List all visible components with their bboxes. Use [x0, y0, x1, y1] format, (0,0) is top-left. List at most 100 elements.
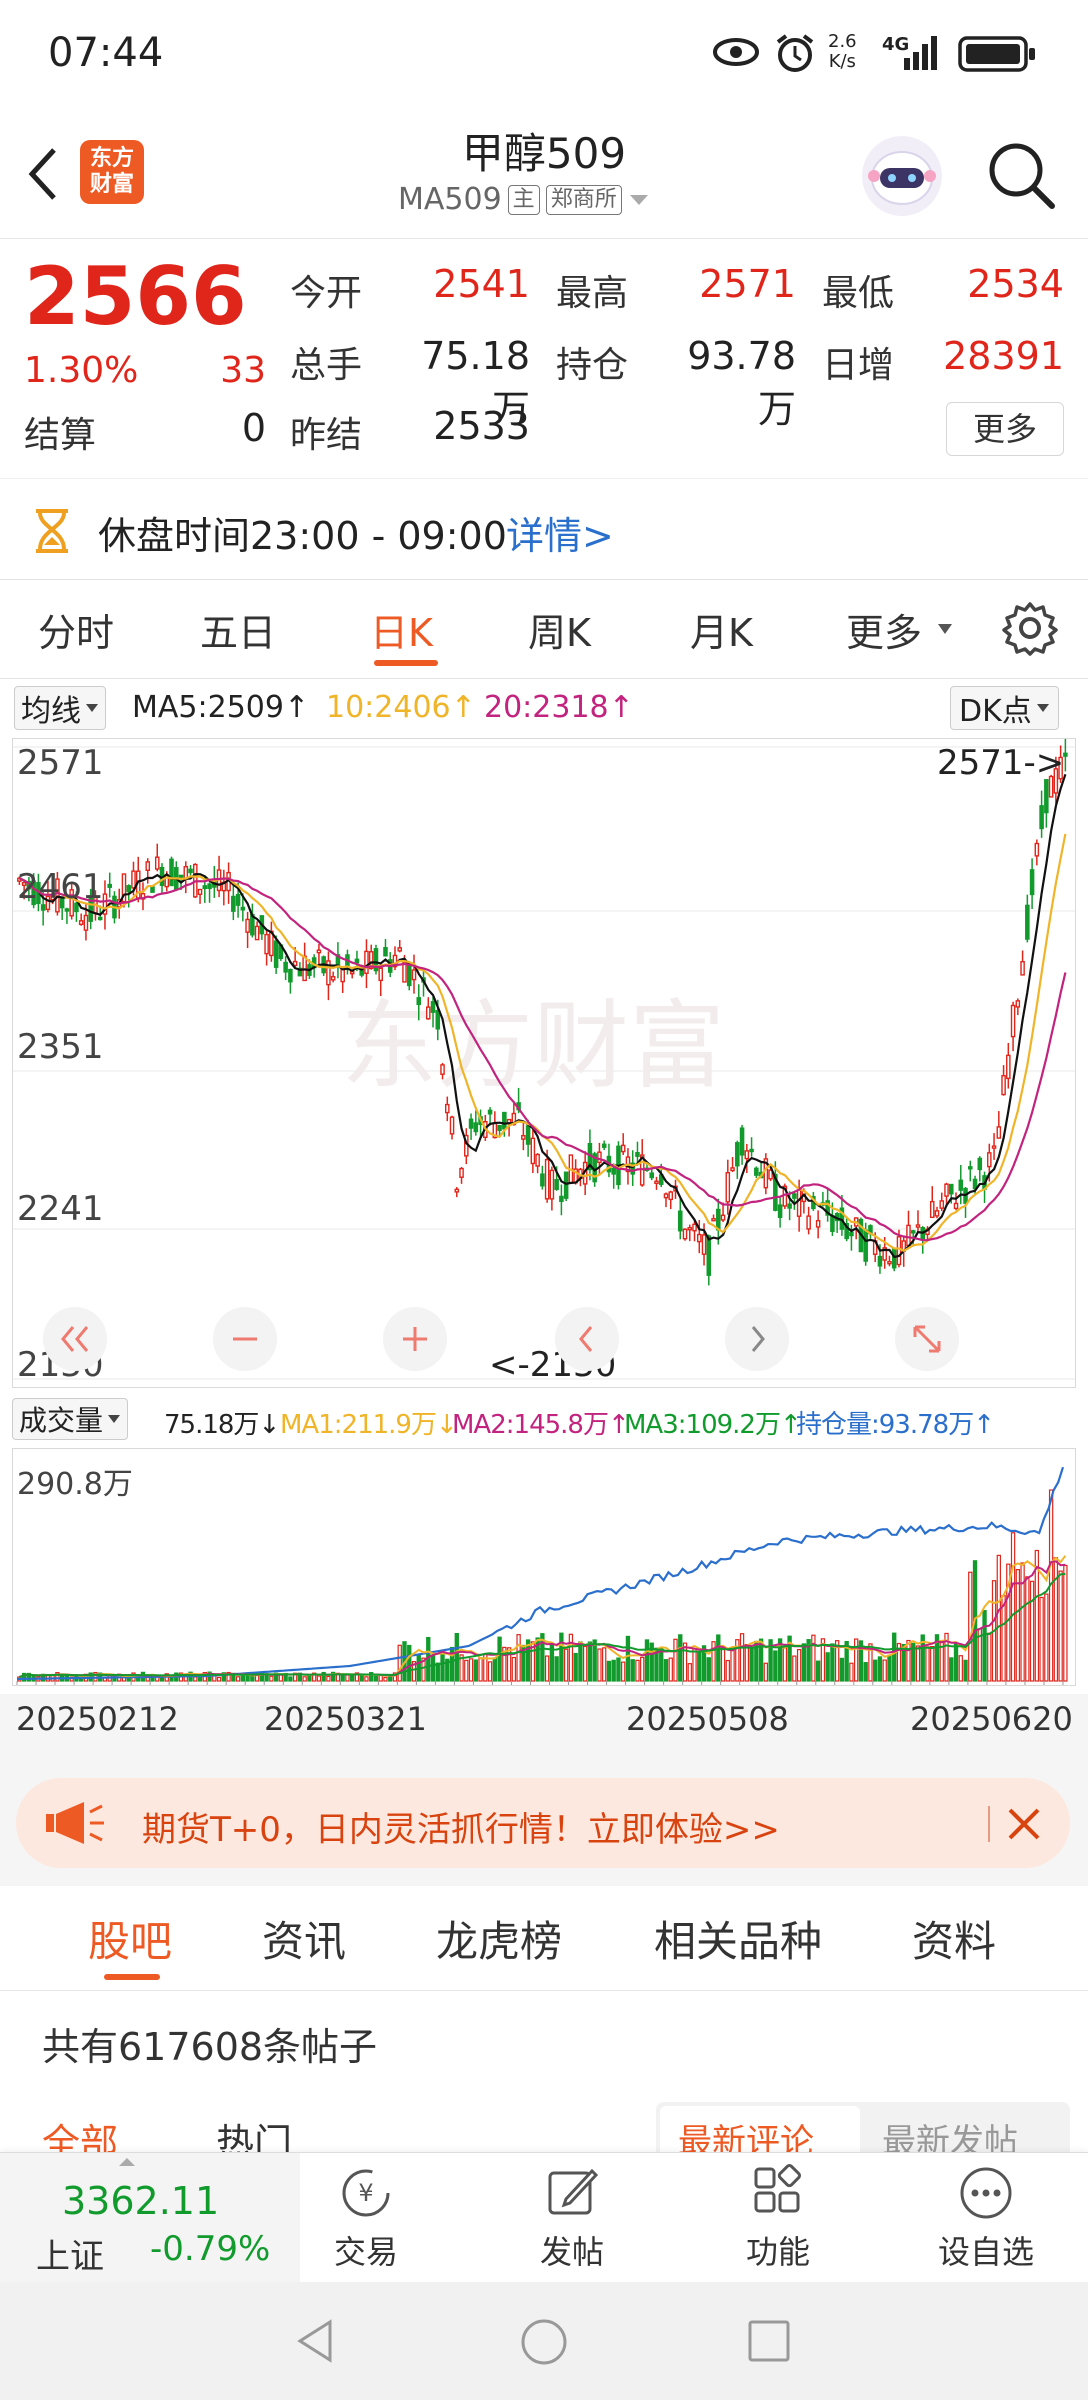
candle-body	[687, 1227, 693, 1231]
candle-body	[183, 865, 189, 879]
volume-bar	[616, 1657, 621, 1682]
nav-functions[interactable]: 功能	[722, 2163, 834, 2273]
volume-bar	[863, 1662, 868, 1682]
candle-body	[668, 1191, 674, 1201]
robot-avatar-icon[interactable]	[858, 132, 946, 220]
volume-bar	[373, 1675, 379, 1682]
notice-details-link[interactable]: 详情>	[506, 505, 614, 560]
volume-chart[interactable]: 290.8万	[12, 1448, 1076, 1686]
volume-bar	[240, 1675, 246, 1682]
status-time: 07:44	[48, 30, 164, 76]
volume-bar	[454, 1632, 459, 1682]
nav-trade[interactable]: ¥ 交易	[310, 2163, 422, 2273]
change-percent: 1.30%	[24, 350, 139, 391]
sort-latest-post[interactable]: 最新发帖	[882, 2114, 1018, 2152]
candle-body	[559, 1195, 564, 1203]
volume-bar	[1025, 1576, 1030, 1682]
filter-hot[interactable]: 热门	[216, 2112, 292, 2152]
volume-bar	[716, 1634, 721, 1682]
tab-related[interactable]: 相关品种	[654, 1908, 822, 1969]
tab-monthly-k[interactable]: 月K	[690, 602, 753, 657]
candle-body	[502, 1111, 507, 1130]
volume-bar	[720, 1648, 726, 1682]
svg-text:¥: ¥	[358, 2179, 373, 2207]
promo-banner[interactable]: 期货T+0，日内灵活抓行情！立即体验>>	[16, 1778, 1070, 1868]
content-tab-indicator	[104, 1974, 160, 1980]
candle-body	[383, 947, 388, 957]
volume-bar	[473, 1659, 478, 1682]
candle-body	[849, 1231, 854, 1237]
filter-all[interactable]: 全部	[42, 2112, 118, 2152]
scroll-left-fast-button[interactable]	[43, 1307, 107, 1371]
dk-point-selector[interactable]: DK点	[950, 686, 1059, 730]
volume-value: 75.18万↓	[164, 1410, 280, 1440]
scroll-right-button[interactable]	[725, 1307, 789, 1371]
tab-profile[interactable]: 资料	[912, 1908, 996, 1969]
candle-body	[288, 968, 293, 983]
post-count: 共有617608条帖子	[42, 2025, 378, 2069]
signal-icon	[904, 36, 937, 70]
nav-add-watchlist[interactable]: 设自选	[926, 2163, 1046, 2273]
zoom-out-button[interactable]	[213, 1307, 277, 1371]
volume-indicator-selector[interactable]: 成交量	[12, 1398, 129, 1440]
tab-forum[interactable]: 股吧	[88, 1908, 172, 1969]
tab-five-day[interactable]: 五日	[200, 602, 276, 657]
tab-dragon-tiger[interactable]: 龙虎榜	[436, 1908, 562, 1969]
close-icon[interactable]	[1000, 1800, 1048, 1848]
tab-weekly-k[interactable]: 周K	[528, 602, 591, 657]
volume-bar	[1063, 1564, 1068, 1682]
volume-bar	[316, 1675, 322, 1682]
content-tabs: 股吧 资讯 龙虎榜 相关品种 资料	[0, 1886, 1088, 1991]
volume-bar	[350, 1674, 355, 1682]
chevron-right-icon	[751, 1326, 765, 1352]
volume-bar	[796, 1649, 802, 1682]
more-stats-button[interactable]: 更多	[946, 402, 1064, 456]
volume-bar	[359, 1674, 364, 1682]
search-icon[interactable]	[986, 140, 1058, 212]
volume-bar	[659, 1647, 664, 1682]
candle-body	[154, 856, 160, 870]
prev-settle-value: 2533	[433, 404, 530, 448]
volume-bar	[383, 1676, 388, 1682]
volume-bar	[635, 1659, 640, 1682]
settle-value: 0	[241, 406, 266, 450]
index-widget[interactable]: 3362.11 上证 -0.79%	[0, 2153, 300, 2283]
candle-body	[1034, 842, 1040, 857]
tab-daily-k[interactable]: 日K	[370, 602, 433, 657]
home-circle-icon[interactable]	[518, 2316, 570, 2368]
candle-body	[739, 1127, 745, 1156]
candle-body	[635, 1152, 640, 1157]
gear-icon[interactable]	[1002, 600, 1058, 656]
volume-bar	[640, 1656, 645, 1682]
contract-info[interactable]: MA509 主 郑商所	[398, 182, 650, 217]
candle-body	[425, 1006, 431, 1020]
candle-body	[468, 1118, 474, 1129]
candle-body	[525, 1125, 531, 1145]
back-triangle-icon[interactable]	[290, 2316, 340, 2366]
nav-post[interactable]: 发帖	[516, 2163, 628, 2273]
ma-selector[interactable]: 均线	[14, 686, 106, 730]
tab-intraday[interactable]: 分时	[38, 602, 114, 657]
scroll-left-button[interactable]	[555, 1307, 619, 1371]
kline-chart[interactable]: 东方财富 2571 2461 2351 2241 2130 2571-> <-2…	[12, 738, 1076, 1388]
volume-bar	[873, 1659, 878, 1682]
volume-bar	[887, 1654, 892, 1682]
candle-body	[530, 1137, 536, 1165]
candle-body	[1044, 779, 1049, 814]
recents-square-icon[interactable]	[746, 2318, 792, 2364]
fullscreen-button[interactable]	[895, 1307, 959, 1371]
candle-body	[716, 1208, 721, 1231]
sort-latest-comment[interactable]: 最新评论	[678, 2114, 814, 2152]
candle-body	[830, 1215, 835, 1232]
zoom-in-button[interactable]	[383, 1307, 447, 1371]
volume-bar	[597, 1648, 602, 1682]
candle-body	[730, 1167, 735, 1172]
candle-body	[697, 1233, 702, 1243]
tab-more[interactable]: 更多	[846, 602, 922, 657]
candle-body	[435, 1009, 441, 1030]
candle-body	[340, 968, 345, 983]
volume-label: 总手	[290, 345, 363, 386]
volume-bar	[435, 1662, 440, 1682]
high-marker: 2571->	[937, 743, 1065, 783]
tab-news[interactable]: 资讯	[262, 1908, 346, 1969]
